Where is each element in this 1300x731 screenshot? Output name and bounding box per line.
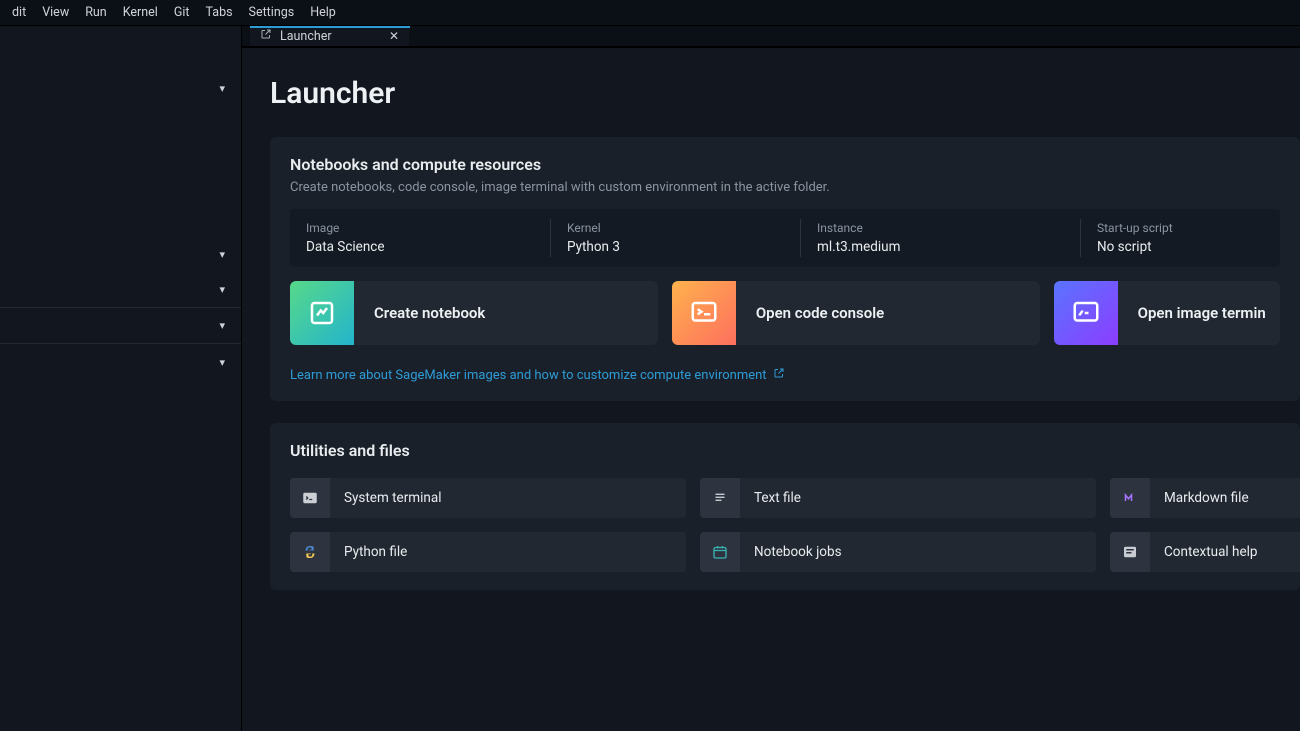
menu-view[interactable]: View: [34, 2, 77, 23]
compute-subtitle: Create notebooks, code console, image te…: [290, 180, 1280, 195]
main-area: Launcher ✕ Launcher Notebooks and comput…: [242, 26, 1300, 731]
terminal-icon: [1054, 281, 1118, 345]
learn-more-link[interactable]: Learn more about SageMaker images and ho…: [290, 367, 785, 383]
markdown-file-button[interactable]: Markdown file: [1110, 478, 1300, 518]
compute-title: Notebooks and compute resources: [290, 155, 1280, 174]
notebook-jobs-label: Notebook jobs: [740, 544, 856, 560]
open-image-terminal-label: Open image termin: [1118, 304, 1280, 322]
create-notebook-button[interactable]: Create notebook: [290, 281, 658, 345]
calendar-icon: [700, 532, 740, 572]
sidebar-item-3[interactable]: ▾: [0, 272, 241, 308]
menu-run[interactable]: Run: [77, 2, 115, 23]
menu-settings[interactable]: Settings: [241, 2, 303, 23]
system-terminal-label: System terminal: [330, 490, 456, 506]
tab-launcher[interactable]: Launcher ✕: [250, 26, 410, 46]
menu-help[interactable]: Help: [302, 2, 344, 23]
text-file-button[interactable]: Text file: [700, 478, 1096, 518]
menu-git[interactable]: Git: [166, 2, 198, 23]
terminal-icon: [290, 478, 330, 518]
page-title: Launcher: [270, 76, 1300, 111]
env-image-label: Image: [306, 221, 534, 235]
create-notebook-label: Create notebook: [354, 304, 505, 322]
text-file-icon: [700, 478, 740, 518]
menu-kernel[interactable]: Kernel: [115, 2, 166, 23]
env-script-value: No script: [1097, 239, 1264, 255]
open-console-label: Open code console: [736, 304, 904, 322]
python-file-button[interactable]: Python file: [290, 532, 686, 572]
env-kernel-label: Kernel: [567, 221, 784, 235]
system-terminal-button[interactable]: System terminal: [290, 478, 686, 518]
compute-panel: Notebooks and compute resources Create n…: [270, 137, 1300, 401]
env-kernel-value: Python 3: [567, 239, 784, 255]
learn-more-text: Learn more about SageMaker images and ho…: [290, 368, 767, 383]
env-instance[interactable]: Instance ml.t3.medium: [800, 219, 1080, 257]
tab-bar: Launcher ✕: [242, 26, 1300, 46]
chevron-down-icon: ▾: [219, 319, 225, 332]
python-file-label: Python file: [330, 544, 421, 560]
sidebar-item-5[interactable]: ▾: [0, 344, 241, 380]
utilities-panel: Utilities and files System terminal Text…: [270, 423, 1300, 590]
env-script-label: Start-up script: [1097, 221, 1264, 235]
utilities-title: Utilities and files: [290, 441, 1280, 460]
active-tab-indicator: [250, 26, 410, 28]
python-icon: [290, 532, 330, 572]
open-console-button[interactable]: Open code console: [672, 281, 1040, 345]
sidebar-item-1[interactable]: ▾: [0, 70, 241, 106]
help-icon: [1110, 532, 1150, 572]
notebook-jobs-button[interactable]: Notebook jobs: [700, 532, 1096, 572]
external-link-icon: [773, 367, 785, 383]
menubar: dit View Run Kernel Git Tabs Settings He…: [0, 0, 1300, 26]
markdown-icon: [1110, 478, 1150, 518]
env-kernel[interactable]: Kernel Python 3: [550, 219, 800, 257]
chevron-down-icon: ▾: [219, 283, 225, 296]
close-icon[interactable]: ✕: [389, 29, 399, 43]
sidebar: ▾ ▾ ▾ ▾ ▾: [0, 26, 242, 731]
env-image-value: Data Science: [306, 239, 534, 255]
chevron-down-icon: ▾: [219, 356, 225, 369]
menu-edit[interactable]: dit: [4, 2, 34, 23]
notebook-icon: [290, 281, 354, 345]
env-script[interactable]: Start-up script No script: [1080, 219, 1280, 257]
contextual-help-label: Contextual help: [1150, 544, 1272, 560]
menu-tabs[interactable]: Tabs: [198, 2, 241, 23]
markdown-file-label: Markdown file: [1150, 490, 1263, 506]
chevron-down-icon: ▾: [219, 248, 225, 261]
console-icon: [672, 281, 736, 345]
contextual-help-button[interactable]: Contextual help: [1110, 532, 1300, 572]
env-instance-value: ml.t3.medium: [817, 239, 1064, 255]
sidebar-item-2[interactable]: ▾: [0, 236, 241, 272]
tab-label: Launcher: [280, 29, 332, 44]
chevron-down-icon: ▾: [219, 82, 225, 95]
environment-row: Image Data Science Kernel Python 3 Insta…: [290, 209, 1280, 267]
open-image-terminal-button[interactable]: Open image termin: [1054, 281, 1280, 345]
env-instance-label: Instance: [817, 221, 1064, 235]
env-image[interactable]: Image Data Science: [290, 219, 550, 257]
sidebar-item-4[interactable]: ▾: [0, 308, 241, 344]
external-link-icon: [260, 28, 272, 44]
text-file-label: Text file: [740, 490, 815, 506]
